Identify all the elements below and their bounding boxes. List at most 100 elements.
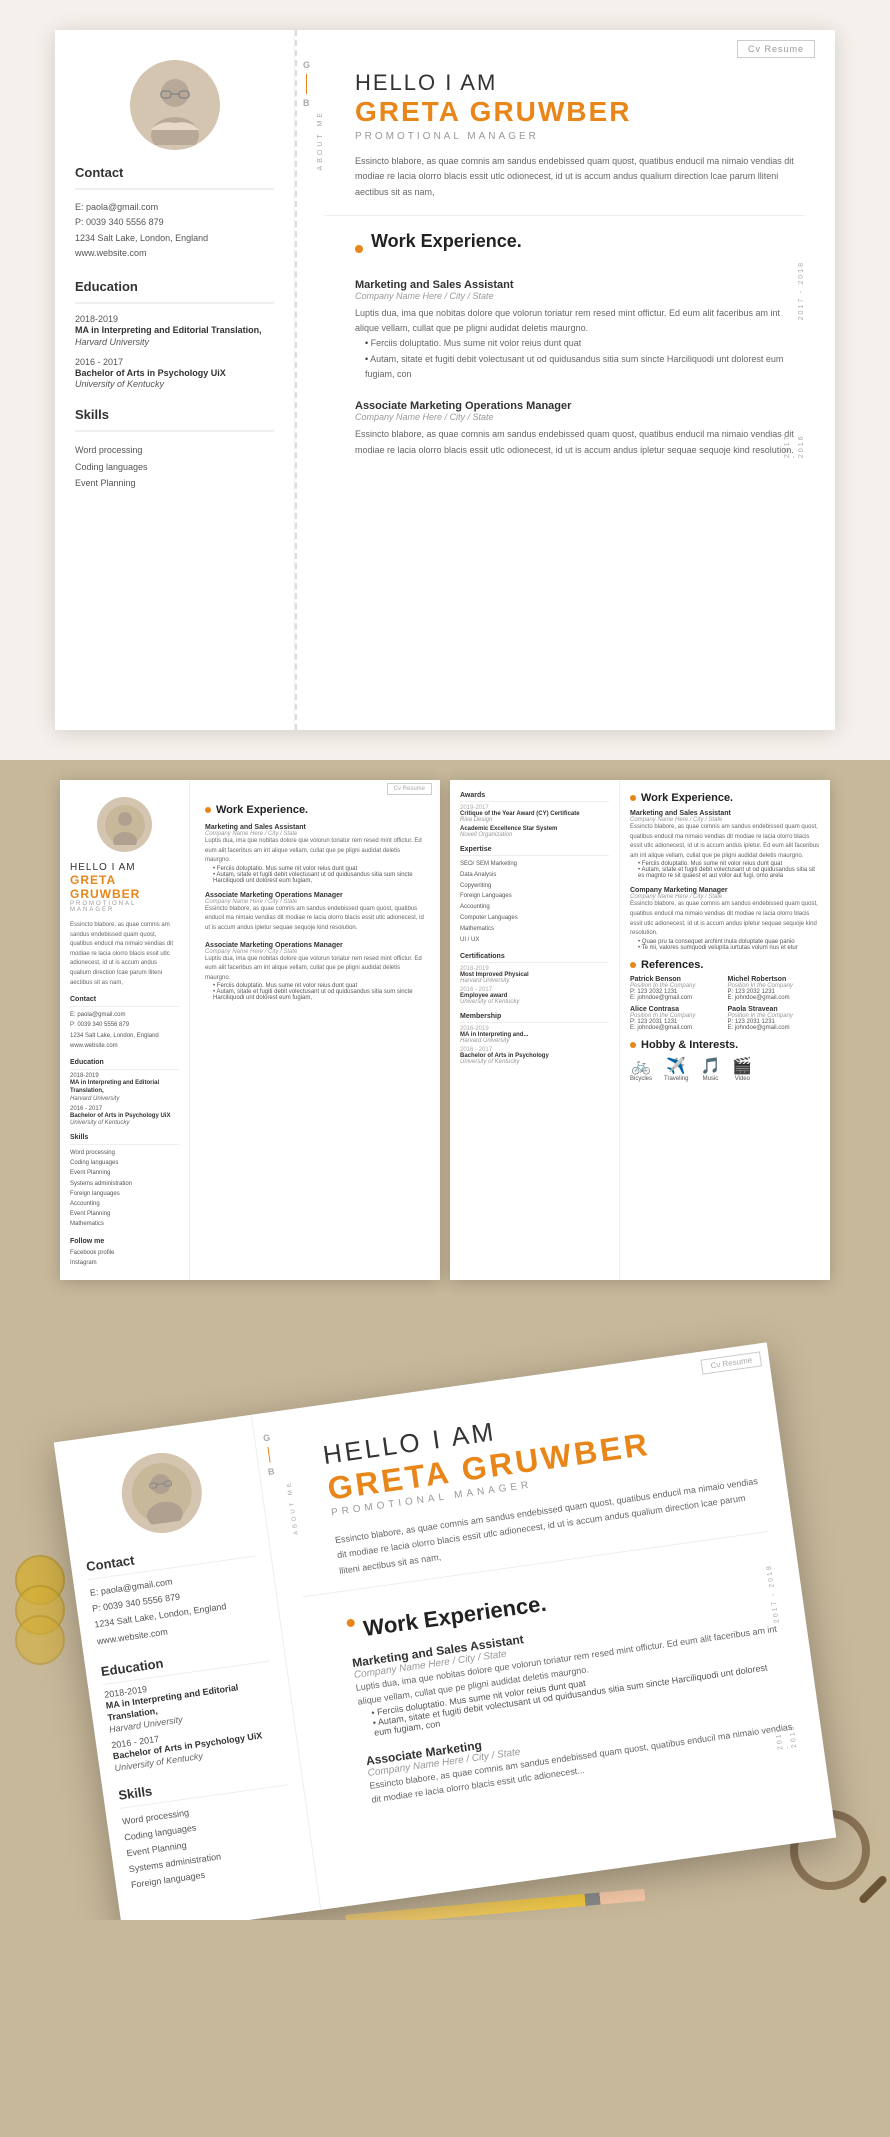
expertise-item-7: Mathematics (460, 924, 609, 935)
edu-uni-1: Harvard University (75, 337, 274, 347)
coins-decoration (15, 1555, 65, 1665)
spread-title: PROMOTIONAL MANAGER (70, 901, 179, 913)
work-title-row: Work Experience. (355, 231, 805, 267)
certifications-title: Certifications (460, 953, 609, 960)
spread-contact-phone: P: 0039 340 5556 879 (70, 1020, 179, 1030)
spread2-job-1: Marketing and Sales Assistant Company Na… (630, 810, 820, 879)
spread-job1-role: Marketing and Sales Assistant (205, 824, 425, 831)
skills-section: Skills Word processing Coding languages … (75, 407, 274, 491)
spread-edu-uni-2: University of Kentucky (70, 1120, 179, 1126)
g-label: G (303, 60, 310, 70)
spread-contact-title: Contact (70, 996, 179, 1003)
spread-job3-bullet2: • Autam, sitate et fugiti debit volectus… (213, 989, 425, 1001)
skills-title: Skills (75, 407, 274, 422)
tilted-b-label: B (267, 1466, 275, 1477)
expertise-item-5: Accounting (460, 902, 609, 913)
expertise-item-6: Computer Languages (460, 913, 609, 924)
spread-contact-email: E: paola@gmail.com (70, 1010, 179, 1020)
contact-email: E: paola@gmail.com (75, 200, 274, 215)
tilted-badge: Cv Resume (701, 1351, 762, 1374)
cert-org-1: Harvard University (460, 978, 609, 984)
bio-text: Essincto blabore, as quae comnis am sand… (355, 154, 805, 200)
spread-greeting: HELLO I AM (70, 862, 179, 873)
edu-degree-1: MA in Interpreting and Editorial Transla… (75, 324, 274, 337)
spread-edu-item-2: 2016 - 2017 Bachelor of Arts in Psycholo… (70, 1106, 179, 1126)
contact-title: Contact (75, 165, 274, 180)
spread2-job1-desc: Essincto blabore, as quae comnis am sand… (630, 823, 820, 861)
spread-job-3: Associate Marketing Operations Manager C… (205, 942, 425, 1002)
member-org-1: Harvard University (460, 1038, 609, 1044)
dashed-divider (295, 30, 297, 730)
references-title-row: References. (630, 959, 820, 971)
contact-address: 1234 Salt Lake, London, England (75, 231, 274, 246)
spread-follow-title: Follow me (70, 1238, 179, 1245)
tilted-photo (116, 1448, 206, 1538)
spread-follow-2: Instagram (70, 1258, 179, 1268)
contact-section: Contact E: paola@gmail.com P: 0039 340 5… (75, 165, 274, 261)
tilted-cv: Contact E: paola@gmail.com P: 0039 340 5… (54, 1342, 837, 1920)
title-text: PROMOTIONAL MANAGER (355, 131, 805, 142)
membership-title: Membership (460, 1013, 609, 1020)
spread-skill-2: Coding languages (70, 1158, 179, 1168)
hobby-label-1: Bicycles (630, 1076, 652, 1082)
gb-labels: G B (303, 60, 310, 108)
cv-header: HELLO I AM GRETA GRUWBER PROMOTIONAL MAN… (325, 70, 805, 216)
ref1-name: Patrick Benson (630, 976, 723, 983)
tilted-g-label: G (262, 1432, 270, 1443)
education-item-2: 2016 - 2017 Bachelor of Arts in Psycholo… (75, 357, 274, 390)
edu-year-2: 2016 - 2017 (75, 357, 274, 367)
year-label-2: 2017 - 2016 (784, 431, 805, 458)
spread2-job2-b2: • Te mi, valores sumquodi velupita iurtu… (638, 945, 820, 951)
orange-dot-refs (630, 962, 636, 968)
spread-edu-degree-1: MA in Interpreting and Editorial Transla… (70, 1079, 179, 1096)
tilted-orange-dot (346, 1619, 355, 1628)
greeting-text: HELLO I AM (355, 70, 805, 96)
expertise-divider (460, 855, 609, 856)
spread-contact-divider (70, 1006, 179, 1007)
job-2-role: Associate Marketing Operations Manager (355, 400, 805, 412)
ref4-name: Paola Stravean (728, 1006, 821, 1013)
spread2-job1-role: Marketing and Sales Assistant (630, 810, 820, 817)
awards-title: Awards (460, 792, 609, 799)
spread2-job2-desc: Essincto blabore, as quae comnis am sand… (630, 900, 820, 938)
orange-dot-work (355, 245, 363, 253)
spread-skill-3: Event Planning (70, 1168, 179, 1178)
spread-skill-6: Accounting (70, 1199, 179, 1209)
spread-photo-1 (97, 797, 152, 852)
ref4-email: E: johndoe@gmail.com (728, 1025, 821, 1031)
spread-page-1: HELLO I AM GRETA GRUWBER PROMOTIONAL MAN… (60, 780, 440, 1280)
cert-item-2: 2016 - 2017 Employee award University of… (460, 987, 609, 1005)
education-item-1: 2018-2019 MA in Interpreting and Editori… (75, 314, 274, 347)
expertise-section: Expertise SEO/ SEM Marketing Data Analys… (460, 846, 609, 945)
spread-skills-title: Skills (70, 1134, 179, 1141)
cv-main-page: Contact E: paola@gmail.com P: 0039 340 5… (0, 0, 890, 760)
edu-degree-2: Bachelor of Arts in Psychology UiX (75, 367, 274, 380)
membership-section: Membership 2016-2019 MA in Interpreting … (460, 1013, 609, 1065)
spread-job-1: Marketing and Sales Assistant Company Na… (205, 824, 425, 884)
spread-page2-left: Awards 2019-2017 Critique of the Year Aw… (450, 780, 620, 1280)
job-2-desc: Essincto blabore, as quae comnis am sand… (355, 427, 805, 458)
spread-edu-title: Education (70, 1059, 179, 1066)
skill-3: Event Planning (75, 475, 274, 491)
spread-skill-7: Event Planning (70, 1209, 179, 1219)
education-title: Education (75, 279, 274, 294)
award-org-2: Novell Organization (460, 832, 609, 838)
spread-work-title-row: Work Experience. (205, 804, 425, 816)
ref2-name: Michel Robertson (728, 976, 821, 983)
edu-uni-2: University of Kentucky (75, 379, 274, 389)
spread-orange-dot (205, 807, 211, 813)
spread-work-title: Work Experience. (216, 804, 308, 816)
job-1: Marketing and Sales Assistant Company Na… (355, 279, 805, 382)
hobby-icon-2: ✈️ (664, 1056, 688, 1076)
ref1-email: E: johndoe@gmail.com (630, 995, 723, 1001)
ref3-email: E: johndoe@gmail.com (630, 1025, 723, 1031)
hobbies-title: Hobby & Interests. (641, 1039, 738, 1051)
spread2-job1-b2: • Autam, sitate et fugiti debit volectus… (638, 867, 820, 879)
spread-work-title-2: Work Experience. (641, 792, 733, 804)
contact-website: www.website.com (75, 246, 274, 261)
job-1-role: Marketing and Sales Assistant (355, 279, 805, 291)
coin-3 (15, 1615, 65, 1665)
spread-skills-divider (70, 1144, 179, 1145)
spread-contact-address: 1234 Salt Lake, London, England (70, 1031, 179, 1041)
tilted-education: Education 2018-2019 MA in Interpreting a… (100, 1640, 283, 1772)
